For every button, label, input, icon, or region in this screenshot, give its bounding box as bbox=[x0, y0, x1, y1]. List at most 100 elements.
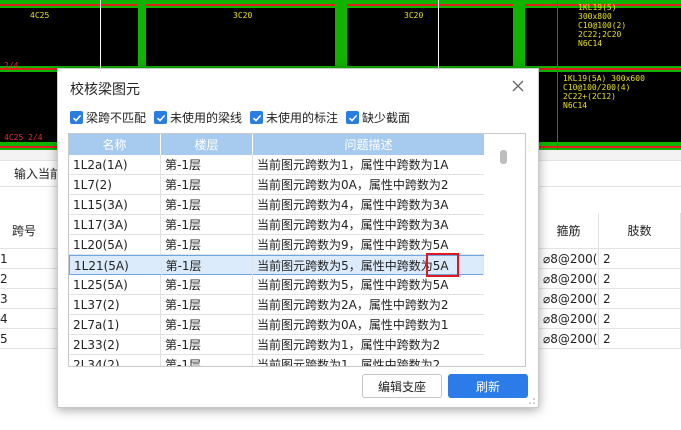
column-header[interactable]: 跨号 bbox=[0, 213, 58, 248]
cell-name: 2L33(2) bbox=[69, 335, 161, 354]
legs-cell[interactable]: 2 bbox=[599, 249, 681, 268]
column-header[interactable]: 箍筋 bbox=[539, 213, 599, 248]
stirrup-cell[interactable]: ⌀8@200( bbox=[539, 269, 599, 288]
table-row[interactable]: 1L20(5A) 第-1层 当前图元跨数为9，属性中跨数为5A bbox=[69, 235, 485, 255]
cell-floor: 第-1层 bbox=[161, 155, 253, 174]
cell-name: 1L7(2) bbox=[69, 175, 161, 194]
filter-label: 未使用的标注 bbox=[266, 111, 339, 125]
cell-floor: 第-1层 bbox=[162, 256, 254, 275]
cell-description: 当前图元跨数为9，属性中跨数为5A bbox=[253, 235, 485, 254]
span-number: 5 bbox=[0, 329, 58, 348]
filter-missing-section[interactable]: 缺少截面 bbox=[346, 109, 410, 126]
cell-description: 当前图元跨数为2A，属性中跨数为2 bbox=[253, 295, 485, 314]
span-number: 1 bbox=[0, 249, 58, 268]
column-header-description[interactable]: 问题描述 bbox=[253, 134, 485, 155]
filter-span-mismatch[interactable]: 梁跨不匹配 bbox=[70, 109, 146, 126]
cell-name: 1L20(5A) bbox=[69, 235, 161, 254]
legs-cell[interactable]: 2 bbox=[599, 269, 681, 288]
column-header[interactable]: 肢数 bbox=[599, 213, 681, 248]
legs-cell[interactable]: 2 bbox=[599, 289, 681, 308]
cell-description: 当前图元跨数为0A，属性中跨数为2 bbox=[253, 175, 485, 194]
table-row-selected[interactable]: 1L21(5A) 第-1层 当前图元跨数为5，属性中跨数为5A bbox=[69, 255, 485, 275]
cell-description: 当前图元跨数为4，属性中跨数为3A bbox=[253, 195, 485, 214]
filter-label: 未使用的梁线 bbox=[170, 111, 243, 125]
table-row[interactable]: 1L2a(1A) 第-1层 当前图元跨数为1，属性中跨数为1A bbox=[69, 155, 485, 175]
toolbar-label[interactable]: 输入当前 bbox=[0, 161, 60, 186]
stirrup-cell[interactable]: ⌀8@200( bbox=[539, 329, 599, 348]
cell-name: 2L34(2) bbox=[69, 355, 161, 366]
legs-cell[interactable]: 2 bbox=[599, 329, 681, 348]
cell-name: 1L2a(1A) bbox=[69, 155, 161, 174]
cell-name: 1L25(5A) bbox=[69, 275, 161, 294]
cell-name: 1L15(3A) bbox=[69, 195, 161, 214]
legs-cell[interactable]: 2 bbox=[599, 309, 681, 328]
stirrup-cell[interactable]: ⌀8@200( bbox=[539, 309, 599, 328]
span-number: 4 bbox=[0, 309, 58, 328]
cell-name: 1L37(2) bbox=[69, 295, 161, 314]
column-header-floor[interactable]: 楼层 bbox=[161, 134, 253, 155]
resize-grip-icon[interactable] bbox=[528, 397, 536, 405]
span-number: 3 bbox=[0, 289, 58, 308]
cell-floor: 第-1层 bbox=[161, 355, 253, 366]
filter-unused-beam-lines[interactable]: 未使用的梁线 bbox=[154, 109, 242, 126]
table-row[interactable]: 1L37(2) 第-1层 当前图元跨数为2A，属性中跨数为2 bbox=[69, 295, 485, 315]
vertical-scrollbar[interactable] bbox=[484, 134, 525, 366]
filter-label: 梁跨不匹配 bbox=[86, 111, 147, 125]
cell-name: 1L21(5A) bbox=[70, 256, 162, 275]
cell-floor: 第-1层 bbox=[161, 215, 253, 234]
axis-line bbox=[100, 0, 101, 70]
axis-line bbox=[557, 0, 558, 150]
table-row[interactable]: 2L7a(1) 第-1层 当前图元跨数为0A，属性中跨数为1 bbox=[69, 315, 485, 335]
refresh-button[interactable]: 刷新 bbox=[448, 374, 528, 398]
span-number: 2 bbox=[0, 269, 58, 288]
stirrup-cell[interactable]: ⌀8@200( bbox=[539, 249, 599, 268]
table-row[interactable]: 1L25(5A) 第-1层 当前图元跨数为5，属性中跨数为5A bbox=[69, 275, 485, 295]
edit-support-button[interactable]: 编辑支座 bbox=[362, 374, 442, 398]
table-row[interactable]: 2L33(2) 第-1层 当前图元跨数为1，属性中跨数为2 bbox=[69, 335, 485, 355]
cell-description: 当前图元跨数为5，属性中跨数为5A bbox=[253, 275, 485, 294]
cell-floor: 第-1层 bbox=[161, 175, 253, 194]
checkbox-checked-icon[interactable] bbox=[346, 111, 360, 124]
table-header: 名称 楼层 问题描述 bbox=[69, 134, 485, 155]
cell-name: 2L7a(1) bbox=[69, 315, 161, 334]
stirrup-cell[interactable]: ⌀8@200( bbox=[539, 289, 599, 308]
check-beam-dialog: 校核梁图元 梁跨不匹配 未使用的梁线 未使用的标注 缺少截面 名称 楼层 问题描… bbox=[57, 68, 539, 408]
cell-floor: 第-1层 bbox=[161, 335, 253, 354]
scrollbar-thumb[interactable] bbox=[500, 150, 507, 164]
column-line bbox=[138, 0, 146, 70]
cad-label: 2/4 bbox=[4, 61, 19, 70]
checkbox-checked-icon[interactable] bbox=[250, 111, 264, 124]
cad-label: 4C25 2/4 bbox=[4, 133, 43, 142]
checkbox-checked-icon[interactable] bbox=[154, 111, 168, 124]
issue-table: 名称 楼层 问题描述 1L2a(1A) 第-1层 当前图元跨数为1，属性中跨数为1A… bbox=[68, 133, 526, 367]
cell-floor: 第-1层 bbox=[161, 275, 253, 294]
cell-description: 当前图元跨数为4，属性中跨数为3A bbox=[253, 215, 485, 234]
cell-description: 当前图元跨数为1，属性中跨数为2 bbox=[253, 355, 485, 366]
checkbox-checked-icon[interactable] bbox=[70, 111, 83, 124]
cad-label: 3C20 bbox=[404, 11, 424, 20]
column-line bbox=[513, 0, 525, 70]
axis-line bbox=[438, 0, 439, 70]
cad-label: 4C25 bbox=[30, 11, 50, 20]
cad-label-block: 1KL19(5A) 300x600 C10@100/200(4) 2C22+(2C1… bbox=[563, 74, 645, 110]
cell-floor: 第-1层 bbox=[161, 295, 253, 314]
cad-label-block: 1KL19(5) 300x800 C10@100(2) 2C22;2C20 N6C14 bbox=[578, 3, 627, 48]
filter-unused-annotations[interactable]: 未使用的标注 bbox=[250, 109, 338, 126]
cell-floor: 第-1层 bbox=[161, 315, 253, 334]
filter-checkboxes: 梁跨不匹配 未使用的梁线 未使用的标注 缺少截面 bbox=[70, 109, 410, 126]
cell-description: 当前图元跨数为0A，属性中跨数为1 bbox=[253, 315, 485, 334]
close-icon[interactable] bbox=[510, 78, 526, 94]
cad-label: 3C20 bbox=[233, 11, 253, 20]
table-row[interactable]: 1L7(2) 第-1层 当前图元跨数为0A，属性中跨数为2 bbox=[69, 175, 485, 195]
column-header-name[interactable]: 名称 bbox=[69, 134, 161, 155]
table-row[interactable]: 2L34(2) 第-1层 当前图元跨数为1，属性中跨数为2 bbox=[69, 355, 485, 366]
table-row[interactable]: 1L17(3A) 第-1层 当前图元跨数为4，属性中跨数为3A bbox=[69, 215, 485, 235]
cell-floor: 第-1层 bbox=[161, 235, 253, 254]
cell-description: 当前图元跨数为1，属性中跨数为2 bbox=[253, 335, 485, 354]
cell-name: 1L17(3A) bbox=[69, 215, 161, 234]
highlight-box bbox=[426, 253, 459, 277]
column-line bbox=[335, 0, 347, 70]
filter-label: 缺少截面 bbox=[362, 111, 411, 125]
table-row[interactable]: 1L15(3A) 第-1层 当前图元跨数为4，属性中跨数为3A bbox=[69, 195, 485, 215]
cell-floor: 第-1层 bbox=[161, 195, 253, 214]
